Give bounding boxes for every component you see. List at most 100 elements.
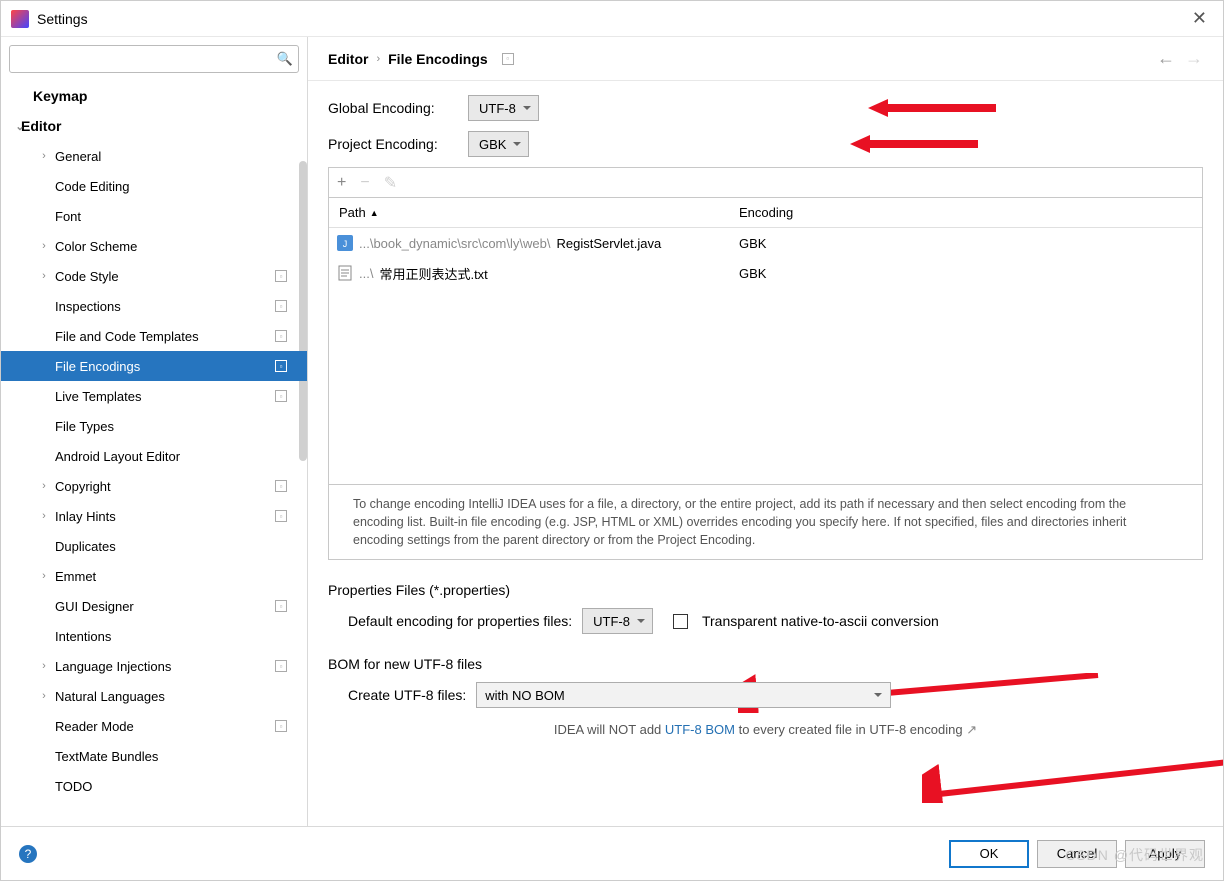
breadcrumb-seg-2: File Encodings bbox=[388, 51, 488, 67]
chevron-icon: › bbox=[39, 150, 49, 162]
close-icon[interactable]: ✕ bbox=[1186, 8, 1213, 29]
add-icon[interactable]: + bbox=[337, 174, 346, 192]
sidebar-item-label: Duplicates bbox=[55, 539, 307, 554]
external-link-icon: ↗ bbox=[966, 722, 977, 737]
global-encoding-label: Global Encoding: bbox=[328, 100, 468, 116]
chevron-right-icon: › bbox=[376, 53, 380, 65]
properties-encoding-label: Default encoding for properties files: bbox=[348, 613, 572, 629]
project-badge-icon: ▫ bbox=[275, 360, 287, 372]
help-icon[interactable]: ? bbox=[19, 845, 37, 863]
global-encoding-select[interactable]: UTF-8 bbox=[468, 95, 539, 121]
properties-encoding-select[interactable]: UTF-8 bbox=[582, 608, 653, 634]
content-pane: Global Encoding: UTF-8 Project Encoding:… bbox=[308, 81, 1223, 826]
sidebar-item-color-scheme[interactable]: › Color Scheme bbox=[1, 231, 307, 261]
forward-arrow-icon[interactable]: → bbox=[1185, 48, 1203, 69]
ok-button[interactable]: OK bbox=[949, 840, 1029, 868]
project-badge-icon: ▫ bbox=[275, 390, 287, 402]
sidebar-item-file-types[interactable]: File Types bbox=[1, 411, 307, 441]
sidebar-item-file-encodings[interactable]: File Encodings▫ bbox=[1, 351, 307, 381]
annotation-arrow bbox=[850, 131, 980, 157]
sidebar-item-emmet[interactable]: ›Emmet bbox=[1, 561, 307, 591]
sidebar-item-live-templates[interactable]: Live Templates▫ bbox=[1, 381, 307, 411]
transparent-ascii-checkbox[interactable] bbox=[673, 614, 688, 629]
sidebar-item-label: Editor bbox=[21, 118, 307, 134]
sidebar-item-label: General bbox=[55, 149, 307, 164]
sidebar-item-code-editing[interactable]: Code Editing bbox=[1, 171, 307, 201]
sidebar-item-label: File Types bbox=[55, 419, 307, 434]
sidebar-item-label: Inlay Hints bbox=[55, 509, 307, 524]
sidebar-item-file-and-code-templates[interactable]: File and Code Templates▫ bbox=[1, 321, 307, 351]
annotation-arrow bbox=[868, 95, 998, 121]
sidebar-item-todo[interactable]: TODO bbox=[1, 771, 307, 801]
sidebar-item-label: Code Style bbox=[55, 269, 307, 284]
breadcrumb: Editor › File Encodings ▫ bbox=[328, 51, 514, 67]
sidebar-item-textmate-bundles[interactable]: TextMate Bundles bbox=[1, 741, 307, 771]
table-row[interactable]: J...\book_dynamic\src\com\ly\web\RegistS… bbox=[329, 228, 1202, 258]
sidebar-item-label: Color Scheme bbox=[55, 239, 307, 254]
sidebar-item-android-layout-editor[interactable]: Android Layout Editor bbox=[1, 441, 307, 471]
sidebar-item-editor[interactable]: ⌄Editor bbox=[1, 111, 307, 141]
chevron-icon: › bbox=[39, 510, 49, 522]
sidebar-item-intentions[interactable]: Intentions bbox=[1, 621, 307, 651]
sidebar-item-label: Android Layout Editor bbox=[55, 449, 307, 464]
project-encoding-label: Project Encoding: bbox=[328, 136, 468, 152]
sidebar-item-label: TextMate Bundles bbox=[55, 749, 307, 764]
sidebar-item-keymap[interactable]: Keymap bbox=[1, 81, 307, 111]
sidebar-item-duplicates[interactable]: Duplicates bbox=[1, 531, 307, 561]
project-badge-icon: ▫ bbox=[275, 300, 287, 312]
utf8-bom-link[interactable]: UTF-8 BOM bbox=[665, 722, 735, 737]
chevron-icon: › bbox=[39, 660, 49, 672]
bom-label: Create UTF-8 files: bbox=[348, 687, 466, 703]
sidebar-item-natural-languages[interactable]: › Natural Languages bbox=[1, 681, 307, 711]
chevron-icon: › bbox=[39, 690, 49, 702]
svg-text:J: J bbox=[343, 239, 348, 249]
encoding-hint: To change encoding IntelliJ IDEA uses fo… bbox=[328, 485, 1203, 560]
sidebar-item-code-style[interactable]: ›Code Style▫ bbox=[1, 261, 307, 291]
breadcrumb-seg-1: Editor bbox=[328, 51, 368, 67]
project-badge-icon: ▫ bbox=[275, 600, 287, 612]
chevron-icon: › bbox=[39, 270, 49, 282]
sidebar-item-label: File Encodings bbox=[55, 359, 307, 374]
properties-section-title: Properties Files (*.properties) bbox=[328, 582, 1203, 598]
sidebar-item-label: Natural Languages bbox=[55, 689, 307, 704]
search-icon: 🔍 bbox=[277, 51, 293, 67]
sort-asc-icon: ▲ bbox=[370, 208, 379, 218]
sidebar-item-font[interactable]: Font bbox=[1, 201, 307, 231]
project-badge-icon: ▫ bbox=[275, 510, 287, 522]
sidebar-item-copyright[interactable]: ›Copyright▫ bbox=[1, 471, 307, 501]
table-row[interactable]: ...\常用正则表达式.txtGBK bbox=[329, 258, 1202, 288]
titlebar: Settings ✕ bbox=[1, 1, 1223, 37]
bom-section-title: BOM for new UTF-8 files bbox=[328, 656, 1203, 672]
project-badge-icon: ▫ bbox=[275, 720, 287, 732]
cancel-button[interactable]: Cancel bbox=[1037, 840, 1117, 868]
sidebar-item-label: Reader Mode bbox=[55, 719, 307, 734]
sidebar-item-label: TODO bbox=[55, 779, 307, 794]
java-file-icon: J bbox=[337, 235, 353, 251]
encoding-table: Path ▲ Encoding J...\book_dynamic\src\co… bbox=[328, 197, 1203, 485]
chevron-icon: › bbox=[39, 240, 49, 252]
edit-icon[interactable]: ✎ bbox=[384, 173, 397, 193]
sidebar-item-general[interactable]: › General bbox=[1, 141, 307, 171]
search-input[interactable] bbox=[9, 45, 299, 73]
sidebar: 🔍 Keymap⌄Editor›GeneralCode EditingFont›… bbox=[1, 37, 308, 826]
sidebar-item-label: Live Templates bbox=[55, 389, 307, 404]
transparent-ascii-label: Transparent native-to-ascii conversion bbox=[702, 613, 939, 629]
sidebar-item-reader-mode[interactable]: Reader Mode▫ bbox=[1, 711, 307, 741]
sidebar-item-label: Intentions bbox=[55, 629, 307, 644]
project-badge-icon: ▫ bbox=[275, 660, 287, 672]
bom-select[interactable]: with NO BOM bbox=[476, 682, 891, 708]
column-path-header[interactable]: Path ▲ bbox=[329, 205, 729, 220]
column-encoding-header[interactable]: Encoding bbox=[729, 205, 793, 220]
back-arrow-icon[interactable]: ← bbox=[1157, 48, 1175, 69]
sidebar-item-inspections[interactable]: Inspections▫ bbox=[1, 291, 307, 321]
apply-button[interactable]: Apply bbox=[1125, 840, 1205, 868]
project-encoding-select[interactable]: GBK bbox=[468, 131, 529, 157]
sidebar-item-inlay-hints[interactable]: › Inlay Hints▫ bbox=[1, 501, 307, 531]
chevron-icon: › bbox=[39, 480, 49, 492]
sidebar-item-gui-designer[interactable]: GUI Designer▫ bbox=[1, 591, 307, 621]
main-header: Editor › File Encodings ▫ ← → bbox=[308, 37, 1223, 81]
remove-icon[interactable]: − bbox=[360, 174, 369, 192]
sidebar-item-language-injections[interactable]: ›Language Injections▫ bbox=[1, 651, 307, 681]
sidebar-item-label: Code Editing bbox=[55, 179, 307, 194]
project-badge-icon: ▫ bbox=[275, 330, 287, 342]
